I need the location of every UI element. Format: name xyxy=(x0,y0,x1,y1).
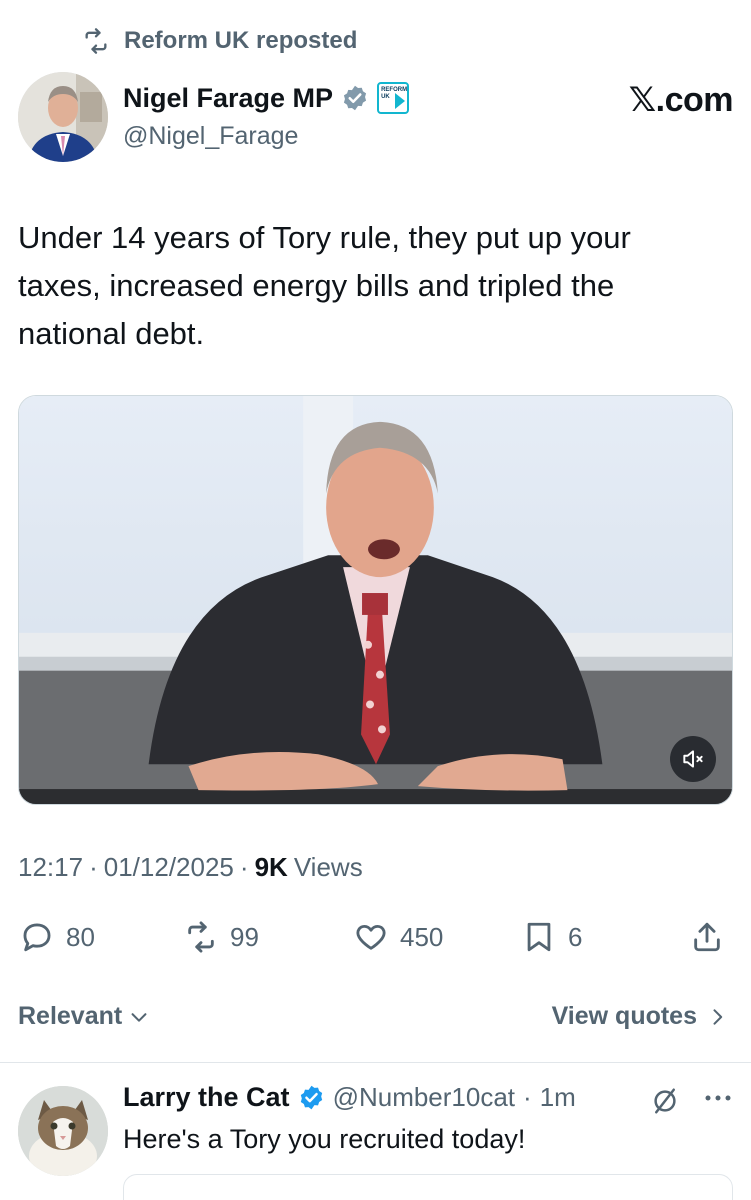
reply-button[interactable]: 80 xyxy=(20,912,95,962)
share-icon xyxy=(694,922,720,952)
reply-count: 80 xyxy=(66,921,95,952)
repost-icon xyxy=(85,28,107,54)
bookmark-icon xyxy=(527,922,551,952)
reply-author-name[interactable]: Larry the Cat xyxy=(123,1082,290,1113)
bookmark-button[interactable]: 6 xyxy=(522,912,582,962)
repost-button[interactable]: 99 xyxy=(184,912,259,962)
meta-separator: · xyxy=(239,852,249,882)
reply-text: Here's a Tory you recruited today! xyxy=(123,1124,526,1154)
views-label: Views xyxy=(293,852,363,882)
repost-label: Reform UK reposted xyxy=(124,27,358,54)
chevron-down-icon xyxy=(131,1012,147,1022)
reply-time[interactable]: 1m xyxy=(540,1082,576,1113)
reply-icon xyxy=(23,923,51,952)
chevron-right-icon xyxy=(713,1008,723,1025)
view-quotes-label: View quotes xyxy=(551,1002,697,1030)
meta-separator: · xyxy=(523,1082,532,1112)
relevant-label: Relevant xyxy=(18,1002,123,1030)
views-count: 9K xyxy=(254,852,288,882)
tweet-time[interactable]: 12:17 xyxy=(18,852,83,883)
reply-author-handle[interactable]: @Number10cat xyxy=(333,1082,515,1113)
tweet-meta: 12:17 · 01/12/2025 · 9K Views xyxy=(18,852,363,883)
reply-avatar[interactable] xyxy=(18,1086,108,1176)
like-count: 450 xyxy=(400,921,444,952)
verified-badge-icon xyxy=(300,1085,322,1110)
repost-icon xyxy=(188,921,214,953)
tweet-author: Nigel Farage MP REFORM UK @Nigel_Farage … xyxy=(18,72,734,164)
video-frame xyxy=(19,396,732,804)
tweet-text: Under 14 years of Tory rule, they put up… xyxy=(18,220,631,351)
view-quotes-link[interactable]: View quotes xyxy=(552,1002,727,1031)
grok-icon[interactable] xyxy=(650,1086,680,1116)
x-com-watermark: 𝕏.com xyxy=(628,81,734,119)
like-button[interactable]: 450 xyxy=(354,912,443,962)
heart-icon xyxy=(356,924,386,950)
author-name[interactable]: Nigel Farage MP xyxy=(123,83,333,114)
reform-uk-affiliate-badge[interactable]: REFORM UK xyxy=(377,82,410,114)
tweet-date[interactable]: 01/12/2025 xyxy=(104,852,234,883)
divider xyxy=(0,1062,751,1063)
bookmark-count: 6 xyxy=(568,921,583,952)
share-button[interactable] xyxy=(690,912,724,962)
speaker-muted-icon xyxy=(683,750,703,768)
reform-arrow-icon xyxy=(395,93,406,109)
tweet-video[interactable] xyxy=(18,395,733,805)
author-avatar[interactable] xyxy=(18,72,108,162)
more-options-icon[interactable] xyxy=(703,1092,733,1104)
author-handle[interactable]: @Nigel_Farage xyxy=(123,122,298,151)
tweet-actions: 80 99 450 6 xyxy=(18,912,733,962)
repost-indicator[interactable]: Reform UK reposted xyxy=(82,26,357,56)
relevant-sort-dropdown[interactable]: Relevant xyxy=(18,1002,150,1031)
verified-badge-icon xyxy=(343,85,367,111)
reply-tweet[interactable]: Larry the Cat @Number10cat · 1m Here's a… xyxy=(18,1082,733,1200)
reply-media-edge xyxy=(123,1174,733,1200)
meta-separator: · xyxy=(89,852,98,882)
mute-toggle-button[interactable] xyxy=(670,736,716,782)
replies-sort-row: Relevant View quotes xyxy=(18,998,733,1038)
repost-count: 99 xyxy=(230,921,259,952)
